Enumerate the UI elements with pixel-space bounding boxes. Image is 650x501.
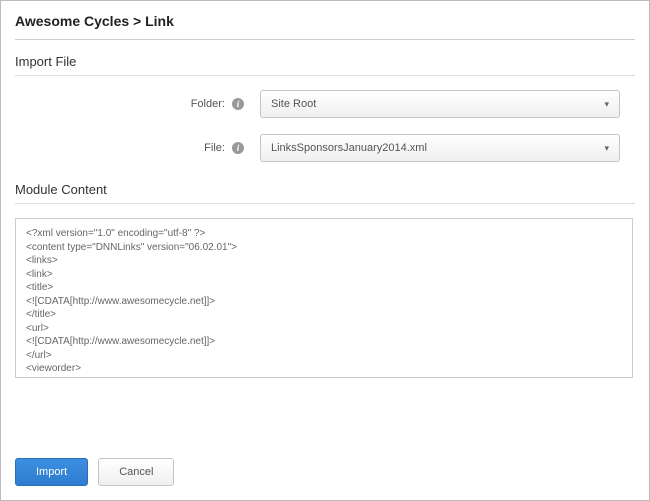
section-title-import: Import File	[15, 54, 635, 69]
file-select-value: LinksSponsorsJanuary2014.xml	[271, 142, 427, 154]
chevron-down-icon: ▾	[604, 143, 609, 154]
breadcrumb: Awesome Cycles > Link	[15, 13, 635, 39]
info-icon[interactable]: i	[232, 98, 244, 110]
section-title-module: Module Content	[15, 182, 635, 197]
file-row: File: i LinksSponsorsJanuary2014.xml ▾	[15, 134, 635, 162]
folder-select[interactable]: Site Root ▾	[260, 90, 620, 118]
folder-label-text: Folder:	[191, 98, 225, 110]
import-button[interactable]: Import	[15, 458, 88, 486]
section-underline	[15, 75, 635, 76]
file-label-text: File:	[204, 142, 225, 154]
info-icon[interactable]: i	[232, 142, 244, 154]
file-select[interactable]: LinksSponsorsJanuary2014.xml ▾	[260, 134, 620, 162]
module-content-textarea[interactable]: <?xml version="1.0" encoding="utf-8" ?> …	[15, 218, 633, 378]
chevron-down-icon: ▾	[604, 99, 609, 110]
folder-select-value: Site Root	[271, 98, 316, 110]
button-row: Import Cancel	[15, 458, 174, 486]
cancel-button[interactable]: Cancel	[98, 458, 174, 486]
divider	[15, 39, 635, 40]
file-label: File: i	[15, 142, 260, 154]
folder-row: Folder: i Site Root ▾	[15, 90, 635, 118]
section-underline	[15, 203, 635, 204]
dialog-frame: Awesome Cycles > Link Import File Folder…	[0, 0, 650, 501]
folder-label: Folder: i	[15, 98, 260, 110]
